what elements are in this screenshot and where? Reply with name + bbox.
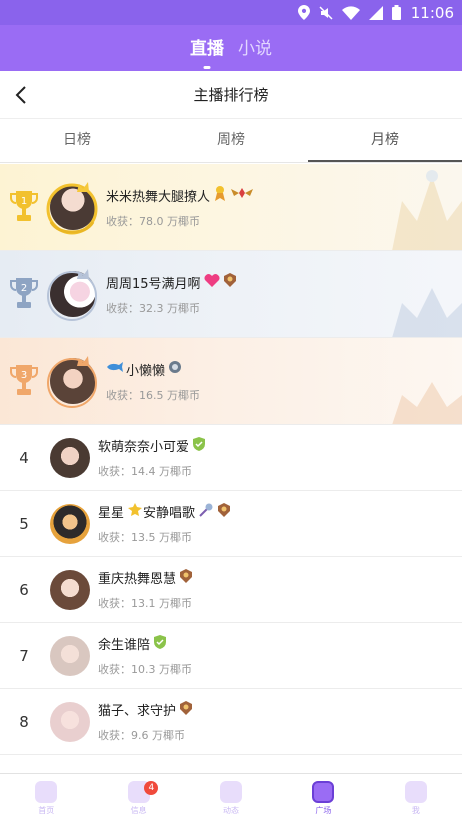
- ribbon-icon: [213, 185, 227, 205]
- income-label: 收获：9.6 万椰币: [98, 729, 185, 742]
- square-icon: [312, 780, 335, 803]
- ranking-row[interactable]: 4 软萌奈奈小可爱 收获：14.4 万椰币: [0, 425, 462, 491]
- rank-number: 7: [19, 646, 29, 665]
- rank-number: 4: [19, 448, 29, 467]
- notification-badge: 4: [144, 781, 159, 795]
- chevron-left-icon: [15, 86, 26, 104]
- nav-home[interactable]: 首页: [0, 774, 92, 822]
- tab-daily[interactable]: 日榜: [0, 119, 154, 162]
- rank-number: 6: [19, 580, 29, 599]
- tab-weekly[interactable]: 周榜: [154, 119, 308, 162]
- streamer-name: 猫子、求守护: [98, 704, 177, 719]
- income-label: 收获：13.5 万椰币: [98, 531, 192, 544]
- avatar[interactable]: [50, 569, 90, 610]
- level-badge-icon: [223, 273, 237, 291]
- nav-label: 动态: [223, 805, 240, 815]
- crown-decoration-icon: [392, 170, 462, 250]
- ranking-row[interactable]: 3 小懒懒 收获：16.5 万椰币: [0, 338, 462, 425]
- income-label: 收获：14.4 万椰币: [98, 465, 192, 478]
- feed-icon: [220, 780, 243, 803]
- streamer-name: 星星: [98, 506, 125, 521]
- nav-label: 首页: [38, 805, 55, 815]
- ranking-row[interactable]: 6 重庆热舞恩慧 收获：13.1 万椰币: [0, 557, 462, 623]
- streamer-name: 余生谁陪: [98, 638, 151, 653]
- back-button[interactable]: [14, 81, 38, 109]
- avatar-frame-bronze: [46, 355, 98, 408]
- status-bar: 11:06: [0, 0, 462, 25]
- ranking-row[interactable]: 8 猫子、求守护 收获：9.6 万椰币: [0, 689, 462, 755]
- bronze-trophy-icon: 3: [0, 363, 48, 399]
- silver-trophy-icon: 2: [0, 276, 48, 312]
- page-title: 主播排行榜: [193, 86, 269, 104]
- avatar-frame-silver: [46, 268, 98, 321]
- tab-monthly[interactable]: 月榜: [308, 119, 462, 162]
- income-label: 收获：10.3 万椰币: [98, 663, 192, 676]
- avatar-frame-gold: [46, 181, 98, 235]
- rank-number: 8: [19, 712, 29, 731]
- avatar[interactable]: [50, 635, 90, 676]
- home-icon: [35, 780, 58, 803]
- ranking-row[interactable]: 5 星星 安静唱歌 收获：13.5 万椰币: [0, 491, 462, 557]
- avatar[interactable]: [50, 437, 90, 478]
- ranking-list: 1 米米热舞大腿撩人 收获：78.0 万椰币 2 周周15号满月啊 收获：32.…: [0, 164, 462, 755]
- nav-me[interactable]: 我: [370, 774, 462, 822]
- nav-label: 我: [411, 805, 420, 815]
- page-header: 主播排行榜: [0, 71, 462, 119]
- wifi-icon: [341, 5, 360, 20]
- streamer-name: 重庆热舞恩慧: [98, 572, 177, 587]
- clock: 11:06: [410, 3, 454, 22]
- income-label: 收获：32.3 万椰币: [106, 301, 200, 315]
- wings-badge-icon: [230, 186, 254, 204]
- income-label: 收获：16.5 万椰币: [106, 388, 200, 402]
- signal-icon: [368, 5, 383, 20]
- mute-icon: [319, 5, 333, 20]
- rank-number: 3: [21, 370, 27, 381]
- microphone-icon: [198, 503, 214, 521]
- nav-label: 广场: [315, 805, 332, 815]
- level-badge-icon: [179, 700, 193, 719]
- shield-badge-icon: [192, 436, 206, 455]
- streamer-name-suffix: 安静唱歌: [143, 506, 196, 521]
- ranking-row[interactable]: 1 米米热舞大腿撩人 收获：78.0 万椰币: [0, 164, 462, 251]
- heart-icon: [204, 273, 220, 291]
- streamer-name: 周周15号满月啊: [106, 276, 201, 292]
- tab-live[interactable]: 直播: [190, 34, 224, 63]
- ranking-row[interactable]: 2 周周15号满月啊 收获：32.3 万椰币: [0, 251, 462, 338]
- rank-number: 1: [21, 196, 27, 207]
- crown-decoration-icon: [392, 288, 462, 337]
- location-icon: [297, 5, 310, 20]
- nav-messages[interactable]: 4 信息: [92, 774, 184, 822]
- streamer-name: 软萌奈奈小可爱: [98, 440, 190, 455]
- nav-feed[interactable]: 动态: [185, 774, 277, 822]
- star-sticker-icon: [127, 502, 143, 521]
- period-tab-bar: 日榜 周榜 月榜: [0, 119, 462, 163]
- battery-icon: [391, 5, 401, 20]
- whale-icon: [106, 361, 124, 377]
- avatar[interactable]: [50, 503, 90, 544]
- level-badge-icon: [179, 568, 193, 587]
- level-badge-icon: [217, 502, 231, 521]
- nav-label: 信息: [130, 805, 147, 815]
- rank-number: 5: [19, 514, 29, 533]
- tab-novel[interactable]: 小说: [238, 34, 272, 63]
- gold-trophy-icon: 1: [0, 189, 48, 225]
- bottom-nav: 首页 4 信息 动态 广场 我: [0, 773, 462, 822]
- shield-badge-icon: [153, 634, 167, 653]
- ranking-row[interactable]: 7 余生谁陪 收获：10.3 万椰币: [0, 623, 462, 689]
- income-label: 收获：13.1 万椰币: [98, 597, 192, 610]
- cat-icon: [404, 780, 427, 803]
- level-badge-icon: [168, 360, 182, 378]
- streamer-name: 米米热舞大腿撩人: [106, 189, 211, 205]
- streamer-name: 小懒懒: [126, 363, 166, 379]
- crown-decoration-icon: [392, 382, 462, 424]
- income-label: 收获：78.0 万椰币: [106, 215, 200, 228]
- nav-square[interactable]: 广场: [277, 774, 369, 822]
- avatar[interactable]: [50, 701, 90, 742]
- rank-number: 2: [21, 283, 27, 294]
- top-tab-bar: 直播 小说: [0, 25, 462, 71]
